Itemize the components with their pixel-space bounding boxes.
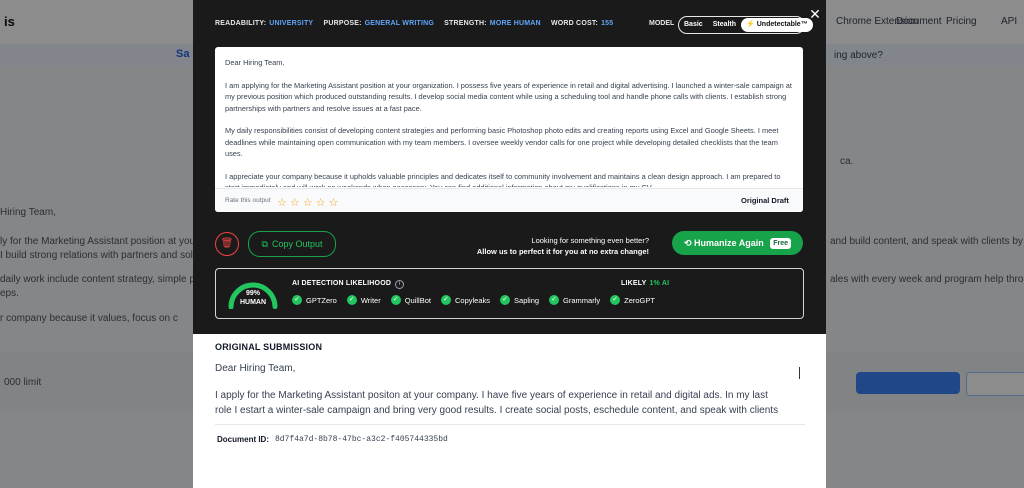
copy-icon: ⧉ [261,239,268,249]
star-icon[interactable]: ☆ [316,197,326,209]
free-badge: Free [770,238,792,249]
strength-label: STRENGTH: [444,20,487,27]
check-icon: ✓ [390,295,401,305]
refresh-icon: ⟲ [683,238,692,248]
rate-label: Rate this output [225,197,271,204]
original-draft-link[interactable]: Original Draft [741,196,789,205]
model-option-basic[interactable]: Basic [679,18,708,32]
output-text: Dear Hiring Team, I am applying for the … [225,57,795,187]
check-icon: ✓ [292,295,302,305]
likely-value: 1% AI [649,280,670,287]
readability-value: UNIVERSITY [269,20,314,27]
star-icon[interactable]: ☆ [329,197,339,209]
rating-stars: ☆ ☆ ☆ ☆ ☆ [277,193,341,211]
likely-label: LIKELY [621,280,647,287]
model-option-undetectable[interactable]: ⚡ Undetectable™ [741,18,813,32]
detector-name: Writer [360,295,381,305]
original-text: I apply for the Marketing Assistant posi… [215,390,779,416]
humanize-again-button[interactable]: ⟲ Humanize Again Free [672,231,803,255]
output-footer: Rate this output ☆ ☆ ☆ ☆ ☆ Original Draft [215,188,803,212]
strength-value: MORE HUMAN [489,20,541,27]
word-cost-label: WORD COST: [550,20,599,27]
human-score-label: HUMAN [239,299,267,306]
model-label: MODEL [649,20,675,27]
detector-gptzero: ✓ GPTZero [292,295,337,305]
output-paragraph: My daily responsibilities consist of dev… [225,126,779,158]
detector-name: Copyleaks [454,295,491,305]
text-cursor [799,367,800,379]
check-icon: ✓ [440,295,451,305]
settings-summary: READABILITY: UNIVERSITY PURPOSE: GENERAL W… [215,20,621,27]
output-textbox[interactable]: Dear Hiring Team, I am applying for the … [215,47,803,212]
detector-writer: ✓ Writer [346,295,381,305]
lightning-icon: ⚡ [746,21,755,28]
word-cost-value: 155 [601,20,614,27]
detector-name: ZeroGPT [624,295,655,305]
detector-name: Sapling [514,295,540,305]
output-greeting: Dear Hiring Team, [225,58,285,67]
trash-icon: 🗑 [220,238,234,249]
promo-text: Looking for something even better? Allow… [469,235,649,257]
human-score-percent: 99% [245,290,260,297]
original-greeting: Dear Hiring Team, [215,363,296,374]
detector-name: Grammarly [563,295,601,305]
purpose-label: PURPOSE: [323,20,362,27]
document-id-value: 8d7f4a7d-8b78-47bc-a3c2-f405744335bd [275,435,448,444]
detector-quillbot: ✓ QuillBot [390,295,431,305]
promo-line-2: Allow us to perfect it for you at no ext… [476,247,649,256]
detector-sapling: ✓ Sapling [500,295,539,305]
detection-title: AI DETECTION LIKELIHOOD i [292,280,405,289]
copy-output-button[interactable]: ⧉ Copy Output [248,231,336,257]
detector-copyleaks: ✓ Copyleaks [440,295,491,305]
model-option-stealth[interactable]: Stealth [708,18,741,32]
detector-list: ✓ GPTZero ✓ Writer ✓ QuillBot ✓ Copyleaks ✓ S… [292,295,665,305]
divider [215,424,805,425]
detection-title-text: AI DETECTION LIKELIHOOD [292,280,392,287]
promo-line-1: Looking for something even better? [531,236,649,245]
output-paragraph: I appreciate your company because it uph… [225,171,781,188]
copy-output-label: Copy Output [271,239,323,249]
check-icon: ✓ [610,295,621,305]
check-icon: ✓ [346,295,357,305]
humanize-again-label: Humanize Again [694,238,764,248]
readability-label: READABILITY: [215,20,267,27]
original-submission-panel: ORIGINAL SUBMISSION Dear Hiring Team, I … [193,334,826,488]
ai-detection-panel: 99% HUMAN AI DETECTION LIKELIHOOD i LIKEL… [215,268,804,319]
model-option-undetectable-label: Undetectable™ [756,21,808,28]
humanized-result-modal: ✕ READABILITY: UNIVERSITY PURPOSE: GENERAL… [193,0,826,334]
check-icon: ✓ [500,295,511,305]
detector-zerogpt: ✓ ZeroGPT [610,295,655,305]
model-toggle: Basic Stealth ⚡ Undetectable™ [678,16,813,34]
delete-button[interactable]: 🗑 [215,232,239,256]
purpose-value: GENERAL WRITING [364,20,434,27]
detector-grammarly: ✓ Grammarly [549,295,600,305]
output-paragraph: I am applying for the Marketing Assistan… [225,80,792,113]
document-id-label: Document ID: [217,435,269,444]
star-icon[interactable]: ☆ [290,197,300,209]
info-icon[interactable]: i [395,280,405,289]
star-icon[interactable]: ☆ [303,197,313,209]
check-icon: ✓ [549,295,560,305]
star-icon[interactable]: ☆ [277,197,287,209]
detector-name: GPTZero [306,295,337,305]
likely-result: LIKELY 1% AI [621,280,669,287]
original-submission-title: ORIGINAL SUBMISSION [215,342,323,352]
human-score-gauge: 99% HUMAN [226,277,280,310]
detector-name: QuillBot [404,295,431,305]
